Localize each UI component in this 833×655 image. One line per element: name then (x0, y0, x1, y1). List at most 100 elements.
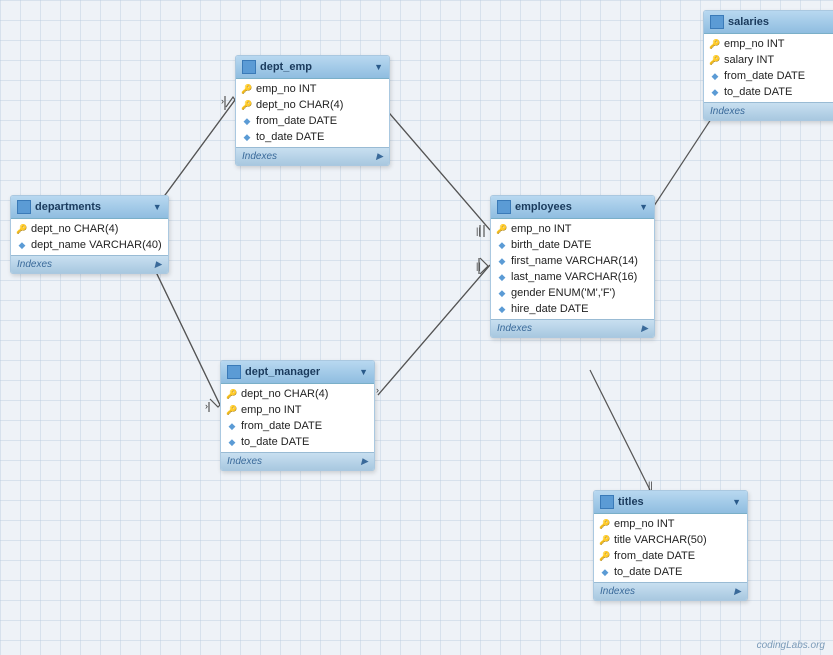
field-birth_date: ◆ birth_date DATE (491, 237, 654, 253)
table-body-departments: 🔑 dept_no CHAR(4) ◆ dept_name VARCHAR(40… (11, 219, 168, 255)
table-icon-salaries (710, 15, 724, 29)
indexes-expand-icon[interactable]: ▶ (361, 456, 368, 467)
table-icon-dept_manager (227, 365, 241, 379)
field-dept_no: 🔑 dept_no CHAR(4) (236, 97, 389, 113)
dropdown-icon-dept_emp[interactable]: ▼ (374, 62, 383, 72)
indexes-label: Indexes (710, 106, 745, 117)
field-name: dept_no CHAR(4) (31, 223, 118, 235)
field-name: last_name VARCHAR(16) (511, 271, 637, 283)
field-emp_no: 🔑 emp_no INT (704, 36, 833, 52)
table-body-salaries: 🔑 emp_no INT 🔑 salary INT ◆ from_date DA… (704, 34, 833, 102)
table-body-dept_emp: 🔑 emp_no INT 🔑 dept_no CHAR(4) ◆ from_da… (236, 79, 389, 147)
field-name: emp_no INT (724, 38, 785, 50)
key-icon: 🔑 (600, 535, 610, 545)
table-departments[interactable]: departments ▼ 🔑 dept_no CHAR(4) ◆ dept_n… (10, 195, 169, 274)
table-icon-departments (17, 200, 31, 214)
field-first_name: ◆ first_name VARCHAR(14) (491, 253, 654, 269)
key-icon: 🔑 (242, 84, 252, 94)
table-name-departments: departments (35, 201, 101, 213)
table-body-employees: 🔑 emp_no INT ◆ birth_date DATE ◆ first_n… (491, 219, 654, 319)
field-from_date: ◆ from_date DATE (704, 68, 833, 84)
indexes-bar-titles[interactable]: Indexes ▶ (594, 582, 747, 600)
field-title: 🔑 title VARCHAR(50) (594, 532, 747, 548)
indexes-bar-dept_manager[interactable]: Indexes ▶ (221, 452, 374, 470)
diamond-icon: ◆ (17, 240, 27, 250)
table-salaries[interactable]: salaries ▼ 🔑 emp_no INT 🔑 salary INT ◆ f… (703, 10, 833, 121)
field-hire_date: ◆ hire_date DATE (491, 301, 654, 317)
key-icon: 🔑 (497, 224, 507, 234)
field-name: dept_no CHAR(4) (241, 388, 328, 400)
field-name: to_date DATE (256, 131, 324, 143)
field-dept_no: 🔑 dept_no CHAR(4) (11, 221, 168, 237)
indexes-expand-icon[interactable]: ▶ (734, 586, 741, 597)
field-to_date: ◆ to_date DATE (594, 564, 747, 580)
table-name-titles: titles (618, 496, 644, 508)
table-employees[interactable]: employees ▼ 🔑 emp_no INT ◆ birth_date DA… (490, 195, 655, 338)
field-emp_no: 🔑 emp_no INT (221, 402, 374, 418)
svg-text:||: || (476, 261, 481, 271)
table-header-employees: employees ▼ (491, 196, 654, 219)
field-name: dept_no CHAR(4) (256, 99, 343, 111)
field-name: salary INT (724, 54, 774, 66)
indexes-expand-icon[interactable]: ▶ (376, 151, 383, 162)
diamond-icon: ◆ (497, 256, 507, 266)
table-dept_manager[interactable]: dept_manager ▼ 🔑 dept_no CHAR(4) 🔑 emp_n… (220, 360, 375, 471)
field-name: from_date DATE (724, 70, 805, 82)
indexes-label: Indexes (242, 151, 277, 162)
indexes-bar-salaries[interactable]: Indexes ▶ (704, 102, 833, 120)
field-emp_no: 🔑 emp_no INT (236, 81, 389, 97)
indexes-label: Indexes (600, 586, 635, 597)
field-gender: ◆ gender ENUM('M','F') (491, 285, 654, 301)
field-name: from_date DATE (241, 420, 322, 432)
key-icon: 🔑 (17, 224, 27, 234)
field-salary: 🔑 salary INT (704, 52, 833, 68)
dropdown-icon-titles[interactable]: ▼ (732, 497, 741, 507)
field-dept_no: 🔑 dept_no CHAR(4) (221, 386, 374, 402)
table-header-dept_emp: dept_emp ▼ (236, 56, 389, 79)
table-header-salaries: salaries ▼ (704, 11, 833, 34)
field-name: to_date DATE (241, 436, 309, 448)
field-name: emp_no INT (511, 223, 572, 235)
table-header-titles: titles ▼ (594, 491, 747, 514)
dropdown-icon-dept_manager[interactable]: ▼ (359, 367, 368, 377)
table-name-employees: employees (515, 201, 572, 213)
watermark: codingLabs.org (757, 640, 825, 651)
field-name: emp_no INT (614, 518, 675, 530)
dropdown-icon-employees[interactable]: ▼ (639, 202, 648, 212)
indexes-label: Indexes (17, 259, 52, 270)
field-dept_name: ◆ dept_name VARCHAR(40) (11, 237, 168, 253)
field-name: hire_date DATE (511, 303, 588, 315)
diamond-icon: ◆ (600, 567, 610, 577)
key-icon: 🔑 (710, 39, 720, 49)
key-icon: 🔑 (600, 551, 610, 561)
canvas: || › || › || || › || | || (0, 0, 833, 655)
svg-text:||: || (648, 480, 653, 490)
svg-text:||: || (476, 226, 481, 236)
dropdown-icon-departments[interactable]: ▼ (153, 202, 162, 212)
diamond-icon: ◆ (242, 132, 252, 142)
field-name: title VARCHAR(50) (614, 534, 707, 546)
field-to_date: ◆ to_date DATE (236, 129, 389, 145)
indexes-expand-icon[interactable]: ▶ (641, 323, 648, 334)
field-name: from_date DATE (614, 550, 695, 562)
field-name: emp_no INT (241, 404, 302, 416)
table-dept_emp[interactable]: dept_emp ▼ 🔑 emp_no INT 🔑 dept_no CHAR(4… (235, 55, 390, 166)
field-from_date: 🔑 from_date DATE (594, 548, 747, 564)
indexes-bar-dept_emp[interactable]: Indexes ▶ (236, 147, 389, 165)
field-name: first_name VARCHAR(14) (511, 255, 638, 267)
table-titles[interactable]: titles ▼ 🔑 emp_no INT 🔑 title VARCHAR(50… (593, 490, 748, 601)
indexes-bar-employees[interactable]: Indexes ▶ (491, 319, 654, 337)
svg-text:›: › (376, 385, 379, 395)
indexes-bar-departments[interactable]: Indexes ▶ (11, 255, 168, 273)
svg-text:›: › (205, 401, 208, 411)
field-name: birth_date DATE (511, 239, 592, 251)
field-last_name: ◆ last_name VARCHAR(16) (491, 269, 654, 285)
field-name: emp_no INT (256, 83, 317, 95)
key-icon: 🔑 (242, 100, 252, 110)
indexes-expand-icon[interactable]: ▶ (155, 259, 162, 270)
diamond-icon: ◆ (497, 288, 507, 298)
table-name-dept_emp: dept_emp (260, 61, 312, 73)
diamond-icon: ◆ (710, 87, 720, 97)
field-name: dept_name VARCHAR(40) (31, 239, 162, 251)
key-icon: 🔑 (710, 55, 720, 65)
